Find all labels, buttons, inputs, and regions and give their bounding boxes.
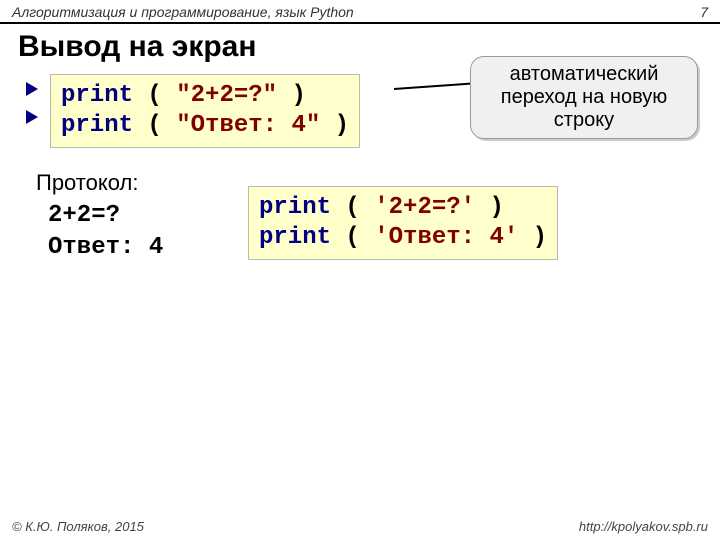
arrow-icon — [26, 110, 38, 124]
arrow-icon — [26, 82, 38, 96]
callout-bubble: автоматический переход на новую строку — [470, 56, 698, 139]
code-block-double-quotes: print ( "2+2=?" ) print ( "Ответ: 4" ) — [50, 74, 360, 148]
code-text: ( — [331, 224, 374, 251]
code-text: ) — [320, 112, 349, 139]
protocol-block: Протокол: 2+2=? Ответ: 4 — [36, 170, 163, 265]
keyword: print — [61, 82, 133, 109]
protocol-label: Протокол: — [36, 170, 163, 196]
code-text: ) — [277, 82, 306, 109]
code-text: ) — [475, 194, 504, 221]
protocol-output: 2+2=? Ответ: 4 — [36, 200, 163, 265]
string-literal: 'Ответ: 4' — [374, 224, 518, 251]
callout-connector — [394, 82, 476, 90]
string-literal: "2+2=?" — [176, 82, 277, 109]
output-line: 2+2=? — [48, 202, 120, 229]
code-text: ) — [518, 224, 547, 251]
code-text: ( — [133, 112, 176, 139]
page-number: 7 — [700, 4, 708, 20]
keyword: print — [259, 224, 331, 251]
footer-url: http://kpolyakov.spb.ru — [579, 519, 708, 534]
header-topic: Алгоритмизация и программирование, язык … — [12, 4, 354, 20]
code-text: ( — [133, 82, 176, 109]
code-text: ( — [331, 194, 374, 221]
string-literal: '2+2=?' — [374, 194, 475, 221]
output-line: Ответ: 4 — [48, 234, 163, 261]
keyword: print — [61, 112, 133, 139]
slide-footer: © К.Ю. Поляков, 2015 http://kpolyakov.sp… — [12, 519, 708, 534]
bullet-arrows — [26, 82, 38, 124]
code-block-single-quotes: print ( '2+2=?' ) print ( 'Ответ: 4' ) — [248, 186, 558, 260]
string-literal: "Ответ: 4" — [176, 112, 320, 139]
keyword: print — [259, 194, 331, 221]
slide-header: Алгоритмизация и программирование, язык … — [0, 0, 720, 24]
copyright: © К.Ю. Поляков, 2015 — [12, 519, 144, 534]
